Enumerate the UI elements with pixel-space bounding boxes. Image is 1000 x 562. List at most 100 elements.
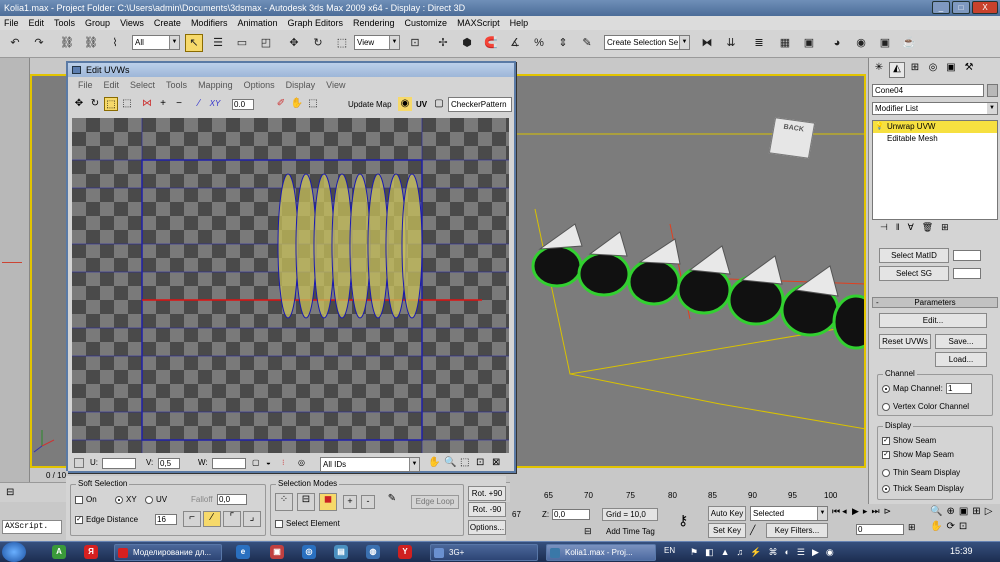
lock-icon[interactable]: ▢ xyxy=(252,455,260,471)
uvw-menu-options[interactable]: Options xyxy=(244,79,275,92)
w-value-field[interactable] xyxy=(212,458,246,469)
zoom-viewport-icon[interactable]: 🔍 xyxy=(930,506,942,517)
scale-uv-icon[interactable]: ⬚ xyxy=(104,97,118,111)
create-tab-icon[interactable]: ✳ xyxy=(871,62,887,78)
rotate-uv-icon[interactable]: ↻ xyxy=(88,97,102,111)
field-of-view-icon[interactable]: ▷ xyxy=(985,506,993,517)
uv-toggle[interactable]: UV xyxy=(416,98,427,112)
track-bar-toggle-icon[interactable]: ⊟ xyxy=(6,487,14,498)
select-object-icon[interactable]: ↖ xyxy=(185,34,203,52)
align-icon[interactable]: ⇊ xyxy=(722,34,740,52)
soft-selection-xy-radio[interactable]: XY xyxy=(115,495,137,505)
pin-stack-icon[interactable]: ⊣ xyxy=(880,218,888,236)
bind-space-warp-icon[interactable]: ⌇ xyxy=(106,34,124,52)
schematic-view-icon[interactable]: ▣ xyxy=(800,34,818,52)
options-button[interactable]: Options... xyxy=(468,520,506,535)
move-icon[interactable]: ✥ xyxy=(285,34,303,52)
go-to-start-icon[interactable]: ⏮ xyxy=(832,506,840,520)
play-icon[interactable]: ▶ xyxy=(852,506,859,517)
select-matid-button[interactable]: Select MatID xyxy=(879,248,949,263)
pan-viewport-icon[interactable]: ✋ xyxy=(930,521,942,532)
rotation-spinner[interactable]: 0.0 xyxy=(232,99,254,110)
tray-icon[interactable]: ⌘ xyxy=(768,547,777,558)
menu-help[interactable]: Help xyxy=(510,16,529,30)
hierarchy-tab-icon[interactable]: ⊞ xyxy=(907,62,923,78)
uvw-edit-canvas[interactable] xyxy=(72,118,509,453)
zoom-selected-icon[interactable]: ⊠ xyxy=(492,455,500,471)
save-button[interactable]: Save... xyxy=(935,334,987,349)
menu-graph-editors[interactable]: Graph Editors xyxy=(287,16,343,30)
z-coordinate-field[interactable]: 0,0 xyxy=(552,509,590,520)
selection-filter-dropdown[interactable]: All ▼ xyxy=(132,35,180,50)
start-button[interactable] xyxy=(2,542,26,562)
mirror-icon[interactable]: ⧓ xyxy=(698,34,716,52)
quick-render-icon[interactable]: ☕ xyxy=(900,34,918,52)
zoom-extents-viewport-icon[interactable]: ▣ xyxy=(959,506,968,517)
add-time-tag-button[interactable]: Add Time Tag xyxy=(602,525,662,539)
freeze-icon[interactable]: ⁝ xyxy=(282,455,285,471)
load-button[interactable]: Load... xyxy=(935,352,987,367)
select-sg-spinner[interactable] xyxy=(953,268,981,279)
zoom-icon[interactable]: 🔍 xyxy=(444,455,456,471)
mirror-uv-icon[interactable]: ⋈ xyxy=(140,97,154,111)
menu-tools[interactable]: Tools xyxy=(54,16,75,30)
object-color-swatch[interactable] xyxy=(987,84,998,97)
snaps-toggle-icon[interactable]: 🧲 xyxy=(482,34,500,52)
undo-icon[interactable]: ↶ xyxy=(6,34,24,52)
soft-selection-uv-radio[interactable]: UV xyxy=(145,495,167,505)
weld-icon[interactable]: ∕ xyxy=(192,97,206,111)
stack-item-editable-mesh[interactable]: Editable Mesh xyxy=(873,133,997,145)
contract-selection-icon[interactable]: − xyxy=(172,97,186,111)
edit-named-selection-icon[interactable]: ✎ xyxy=(578,34,596,52)
thick-seam-radio[interactable]: Thick Seam Display xyxy=(882,484,964,494)
hide-icon[interactable]: ◒ xyxy=(266,455,271,471)
curve-editor-icon[interactable]: ▦ xyxy=(776,34,794,52)
falloff-fast-out-icon[interactable]: ⌟ xyxy=(243,511,261,527)
go-to-end-icon[interactable]: ⏭ xyxy=(871,506,879,517)
taskbar-task[interactable]: Kolia1.max - Proj... xyxy=(546,544,656,561)
break-icon[interactable]: ✋ xyxy=(290,97,304,111)
remove-modifier-icon[interactable]: 🗑 xyxy=(922,218,933,236)
rect-selection-icon[interactable]: ▭ xyxy=(233,34,251,52)
show-map-seam-checkbox[interactable]: ✓ Show Map Seam xyxy=(882,450,954,460)
key-filters-button[interactable]: Key Filters... xyxy=(766,523,828,538)
tray-icon[interactable]: ◐ xyxy=(784,547,789,558)
quick-launch-icon[interactable]: e xyxy=(236,545,250,559)
v-value-field[interactable]: 0,5 xyxy=(158,458,180,469)
uvw-menu-edit[interactable]: Edit xyxy=(104,79,120,92)
clock[interactable]: 15:39 xyxy=(950,546,973,556)
paint-select-icon[interactable]: ✎ xyxy=(383,493,401,511)
object-name-field[interactable]: Cone04 xyxy=(872,84,984,97)
falloff-smooth-icon[interactable]: ⌐ xyxy=(183,511,201,527)
tray-icon[interactable]: ⚑ xyxy=(690,547,698,558)
show-seam-checkbox[interactable]: ✓ Show Seam xyxy=(882,436,936,446)
falloff-slow-out-icon[interactable]: ⌜ xyxy=(223,511,241,527)
maximize-button[interactable]: □ xyxy=(952,1,970,14)
pivot-center-icon[interactable]: ⊡ xyxy=(406,34,424,52)
scale-icon[interactable]: ⬚ xyxy=(333,34,351,52)
modify-tab-icon[interactable]: ◭ xyxy=(889,62,905,78)
rotate-plus-90-button[interactable]: Rot. +90 xyxy=(468,486,506,501)
spinner-snap-icon[interactable]: ⇕ xyxy=(554,34,572,52)
thin-seam-radio[interactable]: Thin Seam Display xyxy=(882,468,960,478)
set-key-button[interactable]: Set Key xyxy=(708,523,746,538)
falloff-linear-icon[interactable]: ∕ xyxy=(203,511,221,527)
current-frame-field[interactable]: 0 xyxy=(856,524,904,535)
menu-edit[interactable]: Edit xyxy=(29,16,45,30)
stitch-icon[interactable]: ⬚ xyxy=(306,97,320,111)
rotate-minus-90-button[interactable]: Rot. -90 xyxy=(468,502,506,517)
menu-create[interactable]: Create xyxy=(154,16,181,30)
uvw-menu-tools[interactable]: Tools xyxy=(166,79,187,92)
reference-coordinate-dropdown[interactable]: View ▼ xyxy=(354,35,400,50)
angle-snap-icon[interactable]: ∡ xyxy=(506,34,524,52)
menu-file[interactable]: File xyxy=(4,16,19,30)
vertex-color-channel-radio[interactable]: Vertex Color Channel xyxy=(882,402,969,412)
named-selection-sets-dropdown[interactable]: Create Selection Se ▼ xyxy=(604,35,690,50)
keyboard-shortcut-icon[interactable]: ⬢ xyxy=(458,34,476,52)
menu-group[interactable]: Group xyxy=(85,16,110,30)
utilities-tab-icon[interactable]: ⚒ xyxy=(961,62,977,78)
key-mode-dropdown[interactable]: Selected ▼ xyxy=(750,506,828,521)
uvw-menu-file[interactable]: File xyxy=(78,79,93,92)
tray-icon[interactable]: ◉ xyxy=(826,547,834,558)
menu-modifiers[interactable]: Modifiers xyxy=(191,16,228,30)
